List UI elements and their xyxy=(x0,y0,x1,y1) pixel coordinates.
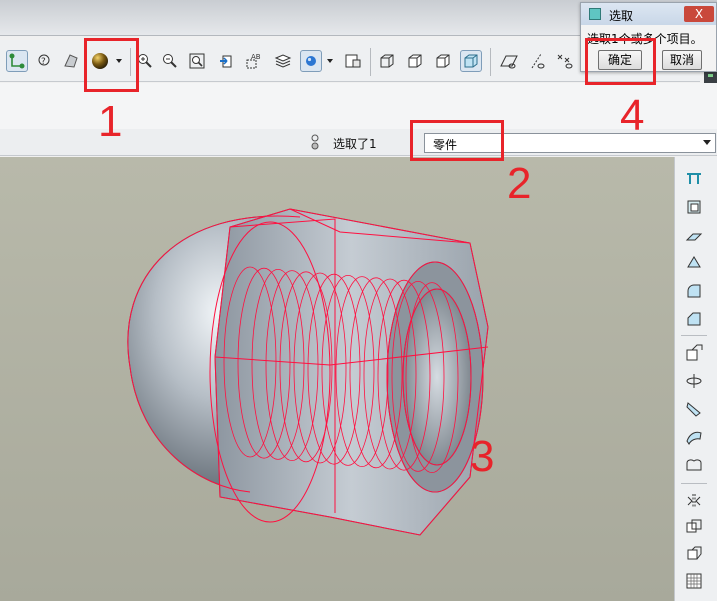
callout-4-number: 4 xyxy=(620,91,645,140)
pattern-icon[interactable] xyxy=(681,425,707,449)
dropdown-arrow-icon[interactable] xyxy=(324,50,336,72)
intersect-icon[interactable] xyxy=(681,515,707,539)
rib-icon[interactable] xyxy=(681,369,707,393)
dialog-titlebar[interactable]: 选取 X xyxy=(581,3,716,25)
wireframe-icon[interactable] xyxy=(376,50,398,72)
select-icon[interactable] xyxy=(6,50,28,72)
cancel-button[interactable]: 取消 xyxy=(662,50,702,70)
shaded-icon[interactable] xyxy=(460,50,482,72)
shell-icon[interactable] xyxy=(681,341,707,365)
mirror-icon[interactable] xyxy=(681,453,707,477)
hole-icon[interactable] xyxy=(681,251,707,275)
draft-icon[interactable] xyxy=(681,397,707,421)
status-indicator-icon xyxy=(309,133,321,151)
offset-icon[interactable] xyxy=(681,541,707,565)
toolbar-separator xyxy=(490,48,491,76)
svg-text:AB: AB xyxy=(251,53,261,61)
view-manager-icon[interactable] xyxy=(342,50,364,72)
chamfer-icon[interactable] xyxy=(681,307,707,331)
chevron-down-icon xyxy=(703,140,711,145)
model-acorn-nut[interactable]: 3 xyxy=(0,157,674,601)
hidden-line-icon[interactable] xyxy=(404,50,426,72)
variable-section-sweep-icon[interactable] xyxy=(681,223,707,247)
callout-3-number: 3 xyxy=(470,432,494,481)
dialog-app-icon xyxy=(589,8,601,20)
callout-1-number: 1 xyxy=(98,97,123,146)
round-icon[interactable] xyxy=(681,279,707,303)
callout-box-4 xyxy=(585,38,656,85)
datum-point-icon[interactable] xyxy=(554,50,576,72)
no-hidden-icon[interactable] xyxy=(432,50,454,72)
revolve-icon[interactable] xyxy=(681,195,707,219)
query-select-icon[interactable]: ? xyxy=(33,50,55,72)
callout-box-2 xyxy=(410,120,504,161)
zoom-fit-icon[interactable] xyxy=(186,50,208,72)
annotation-icon[interactable]: AB xyxy=(244,50,266,72)
extrude-icon[interactable] xyxy=(681,167,707,191)
datum-display-icon[interactable] xyxy=(300,50,322,72)
datum-plane-icon[interactable] xyxy=(498,50,520,72)
datum-axis-icon[interactable] xyxy=(526,50,548,72)
reorient-icon[interactable] xyxy=(216,50,238,72)
selection-count-text: 选取了1 xyxy=(333,137,377,151)
zoom-out-icon[interactable] xyxy=(159,50,181,72)
toolbar-separator xyxy=(681,335,707,336)
toolbar-separator xyxy=(681,483,707,484)
graphics-window[interactable]: 3 xyxy=(0,157,674,601)
feature-toolbar xyxy=(674,157,717,601)
grid-icon[interactable] xyxy=(681,569,707,593)
dialog-title: 选取 xyxy=(609,9,634,23)
fit-icon[interactable] xyxy=(60,50,82,72)
close-icon[interactable]: X xyxy=(684,6,714,22)
svg-text:?: ? xyxy=(41,57,46,67)
callout-2-number: 2 xyxy=(507,159,532,208)
callout-box-1 xyxy=(84,38,139,92)
toolbar-separator xyxy=(370,48,371,76)
merge-icon[interactable] xyxy=(681,489,707,513)
layers-icon[interactable] xyxy=(272,50,294,72)
